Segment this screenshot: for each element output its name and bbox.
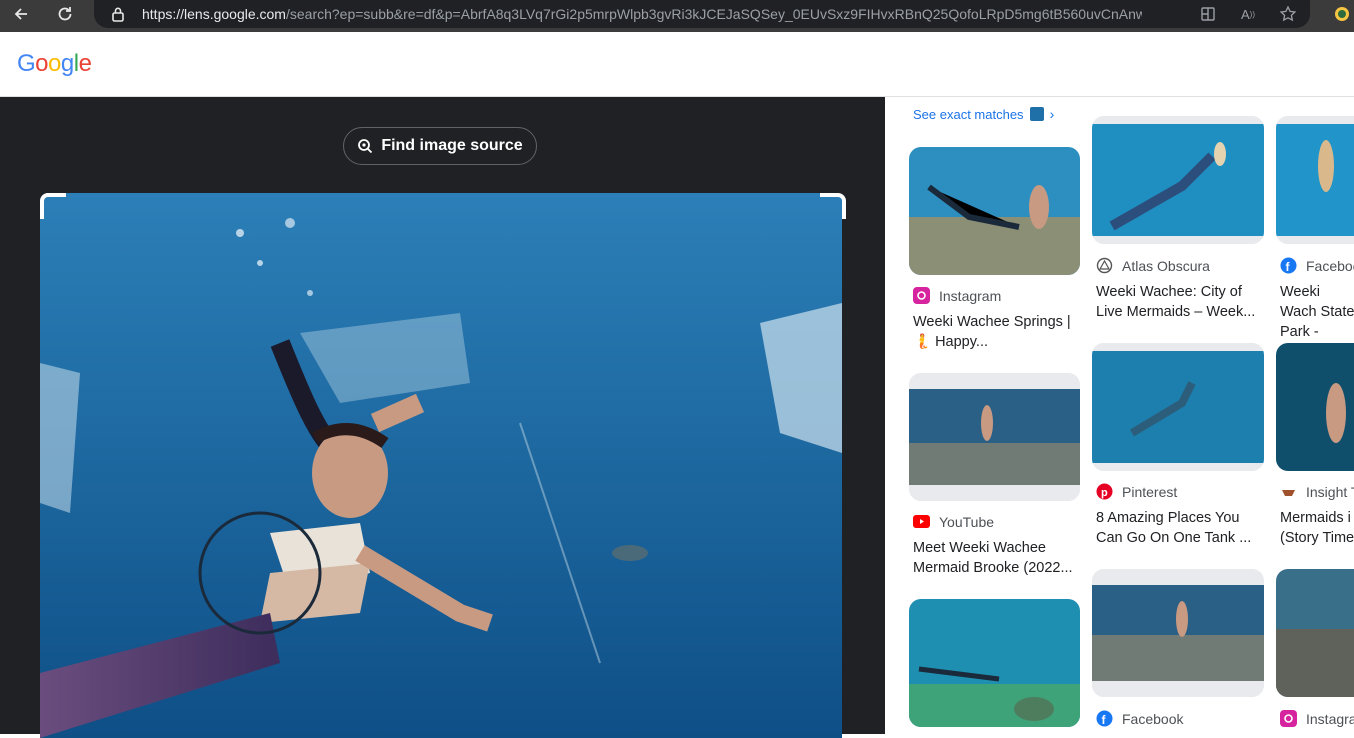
source-name: Atlas Obscura <box>1122 257 1210 274</box>
browser-toolbar: https://lens.google.com/search?ep=subb&r… <box>0 0 1354 32</box>
result-image-5[interactable] <box>1092 343 1264 471</box>
source-name: Instagra <box>1306 710 1354 727</box>
logo-letter: G <box>17 50 36 77</box>
back-arrow-icon[interactable] <box>8 0 34 28</box>
result-source-2[interactable]: Atlas Obscura <box>1096 257 1210 274</box>
result-source-8[interactable]: Instagra <box>1280 710 1354 727</box>
lock-icon[interactable] <box>108 0 128 28</box>
address-bar[interactable]: https://lens.google.com/search?ep=subb&r… <box>94 0 1310 28</box>
instagram-icon <box>913 287 930 304</box>
source-name: Pinterest <box>1122 483 1178 500</box>
result-image-3[interactable] <box>1276 116 1354 244</box>
result-title-2[interactable]: Weeki Wachee: City of Live Mermaids – We… <box>1096 282 1264 322</box>
result-title-3[interactable]: Weeki Wach State Park - <box>1280 282 1354 342</box>
source-name: Instagram <box>939 287 1002 304</box>
result-source-6[interactable]: Insight T <box>1280 483 1354 500</box>
result-image-8[interactable] <box>1092 569 1264 697</box>
google-header: Google <box>0 32 1354 97</box>
youtube-icon <box>913 513 930 530</box>
image-preview-panel: Find image source <box>0 97 885 738</box>
result-source-1[interactable]: Instagram <box>913 287 1001 304</box>
result-title-5[interactable]: 8 Amazing Places You Can Go On One Tank … <box>1096 508 1264 548</box>
extension-icon[interactable] <box>1332 0 1352 28</box>
find-image-source-label: Find image source <box>381 137 523 154</box>
source-name: Faceboo <box>1306 257 1354 274</box>
result-source-3[interactable]: f Faceboo <box>1280 257 1354 274</box>
logo-letter: e <box>78 50 92 77</box>
logo-letter: o <box>35 50 49 77</box>
source-name: Facebook <box>1122 710 1184 727</box>
pinterest-icon: p <box>1096 483 1113 500</box>
result-image-2[interactable] <box>1092 116 1264 244</box>
reload-icon[interactable] <box>52 0 78 28</box>
see-exact-matches-link[interactable]: See exact matches › <box>913 106 1054 122</box>
result-image-6[interactable] <box>1276 343 1354 471</box>
atlas-obscura-icon <box>1096 257 1113 274</box>
facebook-icon: f <box>1096 710 1113 727</box>
chevron-right-icon: › <box>1049 106 1055 122</box>
lens-search-icon <box>357 138 373 154</box>
result-source-5[interactable]: p Pinterest <box>1096 483 1177 500</box>
favorite-star-icon[interactable] <box>1278 0 1298 28</box>
result-source-4[interactable]: YouTube <box>913 513 994 530</box>
reader-view-icon[interactable] <box>1198 0 1218 28</box>
read-aloud-icon[interactable]: A)) <box>1238 0 1258 28</box>
url-text[interactable]: https://lens.google.com/search?ep=subb&r… <box>142 6 1142 22</box>
svg-text:p: p <box>1101 487 1108 499</box>
insight-icon <box>1280 483 1297 500</box>
logo-letter: g <box>60 50 74 77</box>
result-image-9[interactable] <box>1276 569 1354 697</box>
logo-letter: o <box>48 50 61 77</box>
result-title-4[interactable]: Meet Weeki Wachee Mermaid Brooke (2022..… <box>913 538 1081 578</box>
result-title-1[interactable]: Weeki Wachee Springs | 🧜 Happy... <box>913 312 1081 352</box>
result-image-4[interactable] <box>909 373 1080 501</box>
result-image-1[interactable] <box>909 147 1080 275</box>
exact-match-thumbnail-icon <box>1029 107 1044 121</box>
result-source-7[interactable]: f Facebook <box>1096 710 1183 727</box>
source-name: Insight T <box>1306 483 1354 500</box>
instagram-icon <box>1280 710 1297 727</box>
crop-handle-top-right[interactable] <box>820 193 846 219</box>
query-image[interactable] <box>40 193 842 738</box>
visual-matches-panel: See exact matches › Instagram Weeki Wach… <box>885 97 1354 734</box>
see-exact-matches-label: See exact matches <box>913 106 1024 122</box>
find-image-source-button[interactable]: Find image source <box>343 127 537 165</box>
crop-handle-top-left[interactable] <box>40 193 66 219</box>
result-title-6[interactable]: Mermaids i (Story Time <box>1280 508 1354 548</box>
source-name: YouTube <box>939 513 995 530</box>
result-image-7[interactable] <box>909 599 1080 727</box>
facebook-icon: f <box>1280 257 1297 274</box>
google-logo[interactable]: Google <box>17 50 92 78</box>
